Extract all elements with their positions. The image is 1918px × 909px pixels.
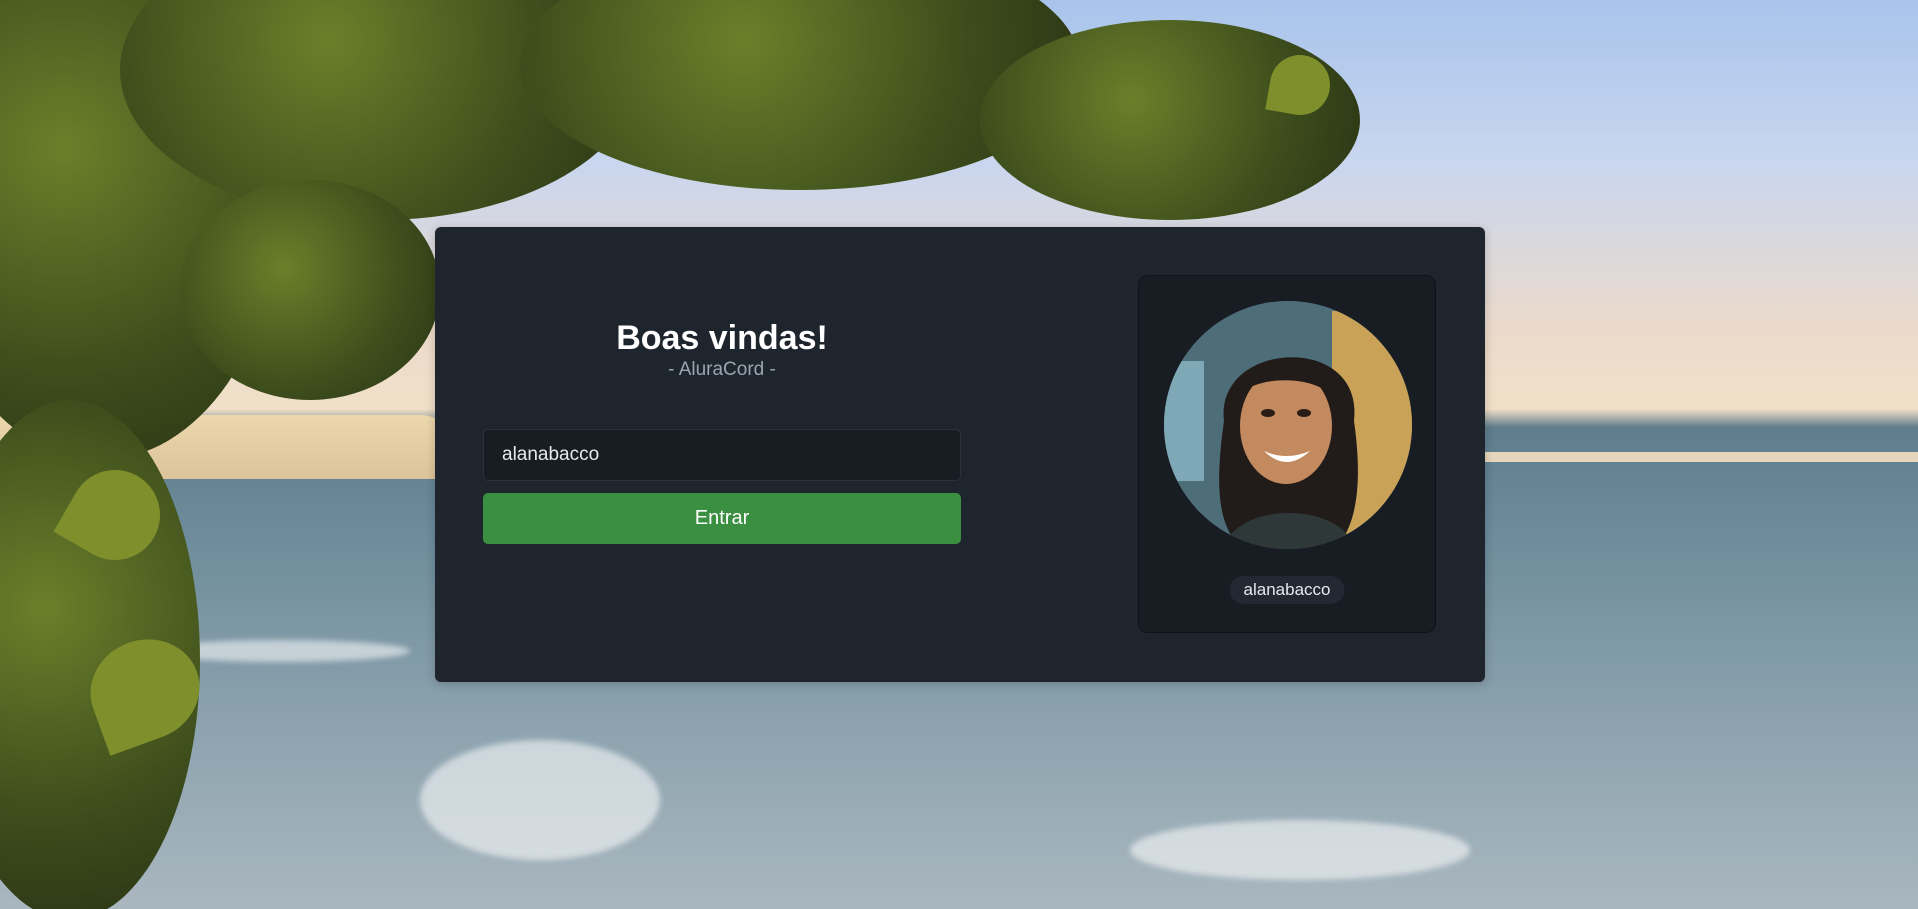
login-page: Boas vindas! - AluraCord - Entrar bbox=[0, 0, 1918, 909]
enter-button[interactable]: Entrar bbox=[483, 493, 961, 544]
username-badge: alanabacco bbox=[1229, 576, 1345, 604]
login-form: Boas vindas! - AluraCord - Entrar bbox=[483, 317, 961, 544]
username-input[interactable] bbox=[483, 429, 961, 481]
profile-panel: alanabacco bbox=[1138, 275, 1436, 633]
wave-foam bbox=[1130, 820, 1470, 880]
welcome-title: Boas vindas! bbox=[616, 319, 828, 357]
tree-foliage bbox=[980, 20, 1360, 220]
avatar bbox=[1164, 301, 1412, 549]
login-card: Boas vindas! - AluraCord - Entrar bbox=[435, 227, 1485, 682]
distant-shoreline bbox=[1480, 452, 1918, 462]
tree-foliage bbox=[180, 180, 440, 400]
user-photo-icon bbox=[1164, 301, 1412, 549]
wave-foam bbox=[420, 740, 660, 860]
app-subtitle: - AluraCord - bbox=[668, 359, 776, 380]
